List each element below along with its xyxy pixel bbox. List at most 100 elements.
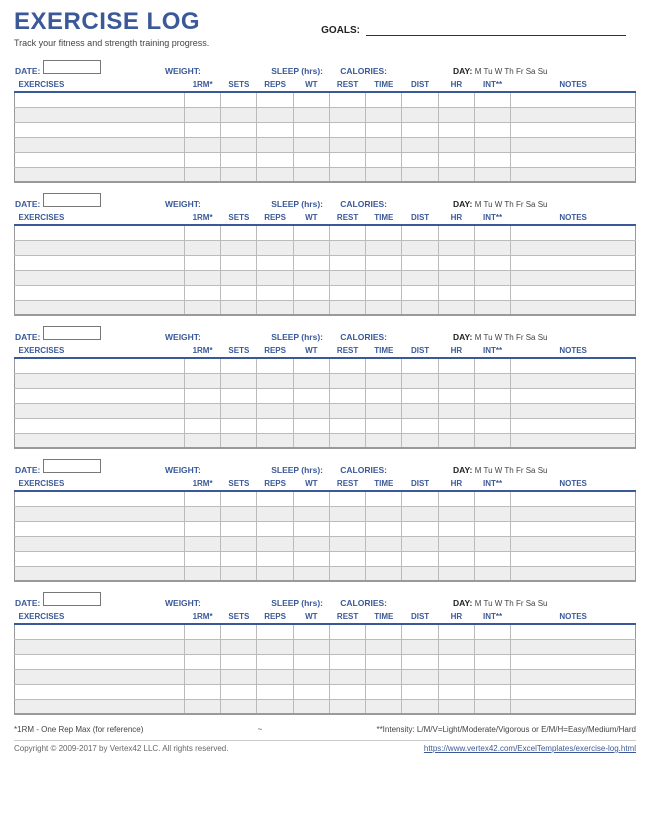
table-cell[interactable] bbox=[511, 624, 636, 639]
table-cell[interactable] bbox=[257, 551, 293, 566]
table-cell[interactable] bbox=[366, 388, 402, 403]
table-cell[interactable] bbox=[438, 536, 474, 551]
table-cell[interactable] bbox=[329, 122, 365, 137]
table-cell[interactable] bbox=[402, 684, 438, 699]
table-cell[interactable] bbox=[366, 240, 402, 255]
table-cell[interactable] bbox=[15, 699, 185, 714]
table-cell[interactable] bbox=[221, 122, 257, 137]
table-cell[interactable] bbox=[257, 255, 293, 270]
table-cell[interactable] bbox=[402, 521, 438, 536]
table-cell[interactable] bbox=[184, 551, 220, 566]
table-cell[interactable] bbox=[293, 684, 329, 699]
table-cell[interactable] bbox=[329, 684, 365, 699]
table-cell[interactable] bbox=[184, 684, 220, 699]
table-cell[interactable] bbox=[293, 669, 329, 684]
table-cell[interactable] bbox=[474, 536, 510, 551]
table-cell[interactable] bbox=[184, 521, 220, 536]
table-cell[interactable] bbox=[366, 300, 402, 315]
table-cell[interactable] bbox=[438, 300, 474, 315]
source-url[interactable]: https://www.vertex42.com/ExcelTemplates/… bbox=[424, 744, 636, 753]
table-cell[interactable] bbox=[511, 551, 636, 566]
table-cell[interactable] bbox=[293, 388, 329, 403]
table-cell[interactable] bbox=[221, 152, 257, 167]
table-cell[interactable] bbox=[184, 566, 220, 581]
table-cell[interactable] bbox=[293, 92, 329, 107]
table-cell[interactable] bbox=[438, 699, 474, 714]
table-cell[interactable] bbox=[221, 240, 257, 255]
table-cell[interactable] bbox=[329, 418, 365, 433]
table-cell[interactable] bbox=[15, 506, 185, 521]
table-cell[interactable] bbox=[438, 270, 474, 285]
table-cell[interactable] bbox=[184, 152, 220, 167]
table-cell[interactable] bbox=[402, 92, 438, 107]
table-cell[interactable] bbox=[221, 285, 257, 300]
table-cell[interactable] bbox=[438, 122, 474, 137]
table-cell[interactable] bbox=[221, 167, 257, 182]
table-cell[interactable] bbox=[293, 624, 329, 639]
table-cell[interactable] bbox=[438, 624, 474, 639]
table-cell[interactable] bbox=[221, 418, 257, 433]
table-cell[interactable] bbox=[474, 684, 510, 699]
table-cell[interactable] bbox=[221, 300, 257, 315]
table-cell[interactable] bbox=[402, 699, 438, 714]
table-cell[interactable] bbox=[329, 225, 365, 240]
table-cell[interactable] bbox=[402, 536, 438, 551]
table-cell[interactable] bbox=[184, 270, 220, 285]
table-cell[interactable] bbox=[293, 491, 329, 506]
table-cell[interactable] bbox=[474, 240, 510, 255]
table-cell[interactable] bbox=[438, 285, 474, 300]
table-cell[interactable] bbox=[293, 373, 329, 388]
table-cell[interactable] bbox=[511, 639, 636, 654]
table-cell[interactable] bbox=[402, 137, 438, 152]
table-cell[interactable] bbox=[329, 536, 365, 551]
table-cell[interactable] bbox=[366, 418, 402, 433]
table-cell[interactable] bbox=[402, 255, 438, 270]
table-cell[interactable] bbox=[438, 403, 474, 418]
table-cell[interactable] bbox=[474, 624, 510, 639]
table-cell[interactable] bbox=[366, 491, 402, 506]
table-cell[interactable] bbox=[257, 669, 293, 684]
table-cell[interactable] bbox=[15, 536, 185, 551]
table-cell[interactable] bbox=[438, 240, 474, 255]
table-cell[interactable] bbox=[257, 654, 293, 669]
table-cell[interactable] bbox=[402, 506, 438, 521]
table-cell[interactable] bbox=[402, 240, 438, 255]
table-cell[interactable] bbox=[257, 403, 293, 418]
table-cell[interactable] bbox=[184, 536, 220, 551]
table-cell[interactable] bbox=[329, 551, 365, 566]
table-cell[interactable] bbox=[257, 433, 293, 448]
table-cell[interactable] bbox=[438, 358, 474, 373]
table-cell[interactable] bbox=[402, 225, 438, 240]
table-cell[interactable] bbox=[257, 137, 293, 152]
table-cell[interactable] bbox=[293, 167, 329, 182]
table-cell[interactable] bbox=[257, 285, 293, 300]
table-cell[interactable] bbox=[438, 669, 474, 684]
table-cell[interactable] bbox=[329, 491, 365, 506]
table-cell[interactable] bbox=[511, 654, 636, 669]
table-cell[interactable] bbox=[511, 684, 636, 699]
table-cell[interactable] bbox=[474, 285, 510, 300]
table-cell[interactable] bbox=[366, 551, 402, 566]
table-cell[interactable] bbox=[221, 433, 257, 448]
table-cell[interactable] bbox=[366, 270, 402, 285]
table-cell[interactable] bbox=[293, 551, 329, 566]
table-cell[interactable] bbox=[366, 624, 402, 639]
table-cell[interactable] bbox=[329, 373, 365, 388]
table-cell[interactable] bbox=[329, 624, 365, 639]
table-cell[interactable] bbox=[511, 403, 636, 418]
table-cell[interactable] bbox=[511, 92, 636, 107]
table-cell[interactable] bbox=[257, 225, 293, 240]
table-cell[interactable] bbox=[402, 373, 438, 388]
table-cell[interactable] bbox=[474, 255, 510, 270]
table-cell[interactable] bbox=[184, 92, 220, 107]
table-cell[interactable] bbox=[474, 566, 510, 581]
table-cell[interactable] bbox=[15, 684, 185, 699]
table-cell[interactable] bbox=[221, 403, 257, 418]
table-cell[interactable] bbox=[511, 433, 636, 448]
table-cell[interactable] bbox=[474, 491, 510, 506]
table-cell[interactable] bbox=[15, 255, 185, 270]
table-cell[interactable] bbox=[257, 373, 293, 388]
table-cell[interactable] bbox=[511, 491, 636, 506]
table-cell[interactable] bbox=[221, 255, 257, 270]
table-cell[interactable] bbox=[15, 240, 185, 255]
